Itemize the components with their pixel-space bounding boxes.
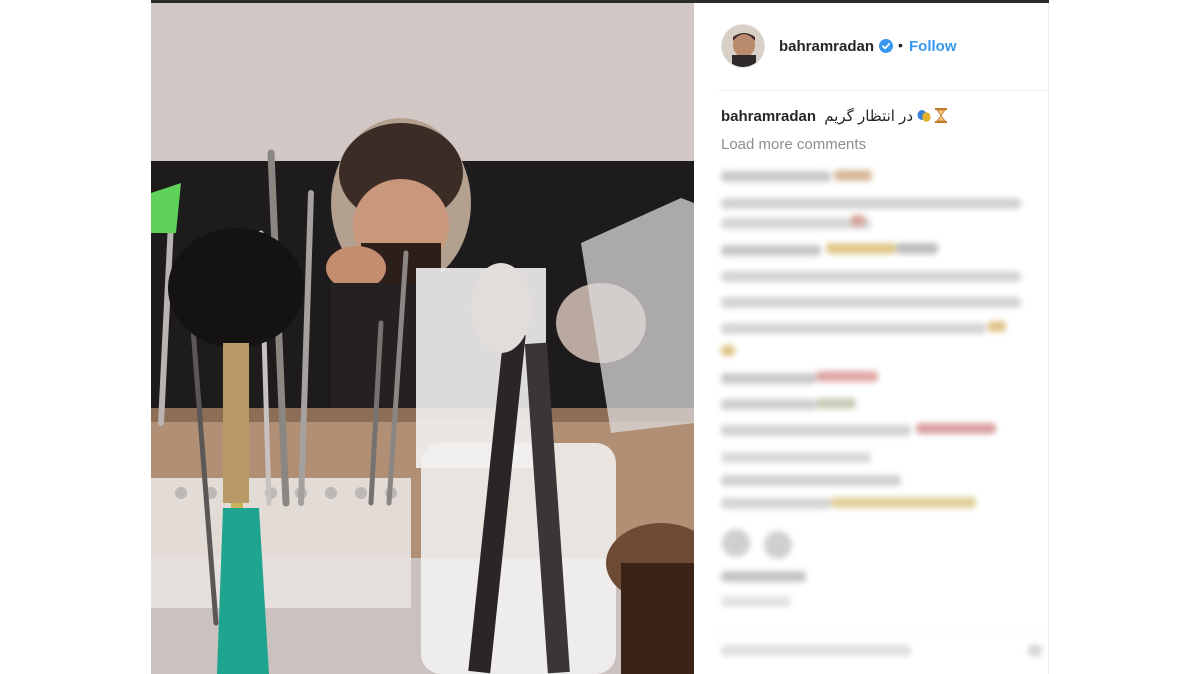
post-header: bahramradan • Follow — [694, 3, 1049, 90]
username[interactable]: bahramradan — [779, 38, 874, 55]
post-photo-image — [151, 3, 694, 674]
verified-badge-icon — [879, 39, 893, 53]
follow-button[interactable]: Follow — [909, 38, 957, 55]
post-details-panel: bahramradan • Follow bahramradan در انتظ… — [694, 3, 1049, 674]
caption-text: در انتظار گریم — [824, 108, 914, 125]
instagram-post-view: bahramradan • Follow bahramradan در انتظ… — [0, 0, 1200, 674]
avatar-image — [722, 25, 764, 67]
post-caption: bahramradan در انتظار گریم — [721, 107, 1041, 125]
header-divider — [718, 90, 1048, 91]
header-separator: • — [898, 37, 903, 53]
theater-masks-icon — [917, 110, 931, 122]
avatar[interactable] — [721, 24, 765, 68]
caption-username[interactable]: bahramradan — [721, 108, 816, 125]
post-photo[interactable] — [151, 3, 694, 674]
blurred-comments — [716, 163, 1046, 674]
hourglass-icon — [935, 108, 948, 123]
load-more-comments-link[interactable]: Load more comments — [721, 136, 866, 153]
